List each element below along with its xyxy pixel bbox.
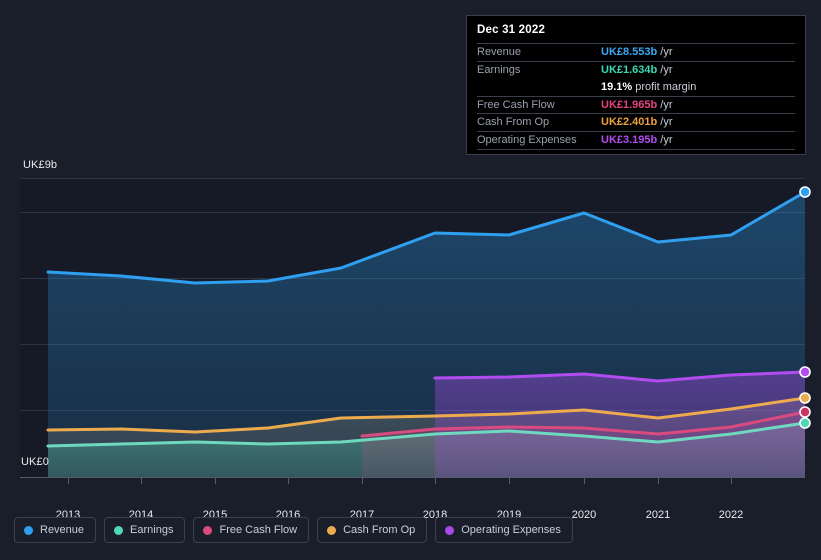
legend-item-operating-expenses[interactable]: Operating Expenses [435, 517, 573, 543]
tooltip-row-free-cash-flow: Free Cash Flow UK£1.965b /yr [477, 95, 795, 114]
legend-item-revenue[interactable]: Revenue [14, 517, 97, 543]
tooltip-unit-revenue: /yr [660, 46, 673, 59]
tooltip-label-cash-from-op: Cash From Op [477, 116, 550, 129]
legend-item-free-cash-flow[interactable]: Free Cash Flow [193, 517, 310, 543]
x-tick-label: 2021 [645, 509, 671, 521]
tooltip-row-profit-margin: 19.1% profit margin [477, 78, 795, 96]
endpoint-revenue [799, 186, 811, 198]
legend-item-earnings[interactable]: Earnings [104, 517, 186, 543]
x-axis-ticks [68, 477, 732, 484]
legend-label-revenue: Revenue [40, 524, 85, 536]
y-axis-zero-label: UK£0 [21, 456, 49, 468]
legend-item-cash-from-op[interactable]: Cash From Op [317, 517, 428, 543]
endpoint-operating-expenses [799, 366, 811, 378]
tooltip-row-revenue: Revenue UK£8.553b /yr [477, 43, 795, 61]
tooltip-unit-free-cash-flow: /yr [660, 98, 673, 111]
tooltip-value-operating-expenses: UK£3.195b [601, 133, 658, 146]
endpoint-free-cash-flow [799, 406, 811, 418]
tooltip-row-operating-expenses: Operating Expenses UK£3.195b /yr [477, 130, 795, 149]
legend-dot-icon [114, 525, 124, 535]
legend-dot-icon [327, 525, 337, 535]
tooltip-value-profit-margin: 19.1% [601, 80, 633, 93]
tooltip-value-free-cash-flow: UK£1.965b [601, 98, 658, 111]
endpoint-earnings [799, 417, 811, 429]
tooltip-label-free-cash-flow: Free Cash Flow [477, 98, 555, 111]
legend-dot-icon [24, 525, 33, 535]
legend-dot-icon [445, 525, 455, 535]
x-tick-label: 2022 [718, 509, 744, 521]
chart-legend: Revenue Earnings Free Cash Flow Cash Fro… [14, 517, 573, 543]
tooltip-row-cash-from-op: Cash From Op UK£2.401b /yr [477, 113, 795, 131]
tooltip-text-profit-margin: profit margin [635, 80, 697, 93]
legend-label-cash-from-op: Cash From Op [343, 524, 416, 536]
legend-label-earnings: Earnings [130, 524, 174, 536]
tooltip-row-earnings: Earnings UK£1.634b /yr [477, 60, 795, 79]
tooltip-unit-cash-from-op: /yr [660, 116, 673, 129]
tooltip-label-revenue: Revenue [477, 46, 522, 59]
tooltip-date-title: Dec 31 2022 [477, 24, 546, 36]
tooltip-label-operating-expenses: Operating Expenses [477, 133, 577, 146]
tooltip-unit-earnings: /yr [660, 63, 673, 76]
x-tick-label: 2020 [571, 509, 597, 521]
legend-dot-icon [203, 525, 213, 535]
endpoint-cash-from-op [799, 392, 811, 404]
chart-page: UK£9b UK£0 2013 2014 2015 2016 2017 2018… [0, 0, 821, 560]
tooltip-bottom-divider [477, 149, 795, 150]
legend-label-operating-expenses: Operating Expenses [461, 524, 561, 536]
tooltip-value-revenue: UK£8.553b [601, 46, 658, 59]
tooltip-unit-operating-expenses: /yr [660, 133, 673, 146]
data-tooltip: Dec 31 2022 Revenue UK£8.553b /yr Earnin… [466, 15, 806, 155]
y-axis-top-label: UK£9b [23, 159, 58, 171]
tooltip-value-cash-from-op: UK£2.401b [601, 116, 658, 129]
legend-label-free-cash-flow: Free Cash Flow [219, 524, 298, 536]
tooltip-label-earnings: Earnings [477, 63, 521, 76]
tooltip-value-earnings: UK£1.634b [601, 63, 658, 76]
